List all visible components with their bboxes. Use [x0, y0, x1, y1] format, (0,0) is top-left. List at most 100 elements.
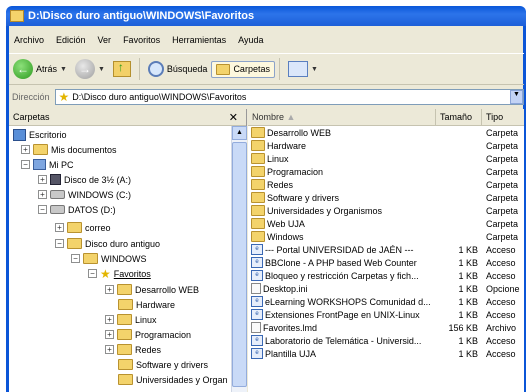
file-name: Universidades y Organismos — [267, 205, 383, 216]
expand-icon[interactable]: + — [105, 285, 114, 294]
tree-item-desarrollo-web[interactable]: + Desarrollo WEB — [105, 282, 199, 297]
expand-icon[interactable]: + — [21, 145, 30, 154]
tree-item-label: Favoritos — [113, 268, 151, 279]
tree-item-label: Programacion — [135, 329, 192, 340]
tree-item-escritorio[interactable]: Escritorio — [13, 127, 67, 142]
file-name: Desktop.ini — [263, 283, 308, 294]
list-item[interactable]: e eLearning WORKSHOPS Comunidad d... 1 KB A… — [248, 295, 524, 308]
menu-favoritos[interactable]: Favoritos — [117, 33, 166, 49]
list-item[interactable]: Redes Carpeta — [248, 178, 524, 191]
list-item[interactable]: e Plantilla UJA 1 KB Acceso — [248, 347, 524, 360]
collapse-icon[interactable]: − — [55, 239, 64, 248]
folder-icon — [117, 314, 132, 325]
file-type: Acceso — [486, 348, 516, 359]
list-item-name: Desarrollo WEB — [248, 127, 436, 138]
tree-item-datos-d[interactable]: − DATOS (D:) — [38, 202, 116, 217]
list-item[interactable]: e Laboratorio de Telemática - Universid..… — [248, 334, 524, 347]
list-item-name: e eLearning WORKSHOPS Comunidad d... — [248, 296, 436, 307]
file-type: Acceso — [486, 335, 516, 346]
menu-ayuda[interactable]: Ayuda — [232, 33, 269, 49]
collapse-icon[interactable]: − — [21, 160, 30, 169]
list-item[interactable]: e Bloqueo y restricción Carpetas y fich..… — [248, 269, 524, 282]
tree-item-mis-documentos[interactable]: + Mis documentos — [21, 142, 117, 157]
menu-bar: Archivo Edición Ver Favoritos Herramient… — [8, 33, 269, 49]
column-header-size[interactable]: Tamaño — [436, 109, 482, 125]
tree-item-mi-pc[interactable]: − Mi PC — [21, 157, 74, 172]
menu-ver[interactable]: Ver — [92, 33, 118, 49]
file-type: Carpeta — [486, 218, 519, 229]
expand-icon[interactable]: + — [105, 345, 114, 354]
tree-item-hardware[interactable]: Hardware — [118, 297, 175, 312]
views-button[interactable]: ▼ — [284, 59, 322, 79]
menu-archivo[interactable]: Archivo — [8, 33, 50, 49]
list-item[interactable]: Windows Carpeta — [248, 230, 524, 243]
collapse-icon[interactable]: − — [71, 254, 80, 263]
list-item[interactable]: Favorites.lmd 156 KB Archivo — [248, 321, 524, 334]
star-icon: ★ — [58, 90, 70, 104]
floppy-icon — [50, 174, 61, 185]
column-header-type[interactable]: Tipo — [482, 109, 524, 125]
expand-icon[interactable]: + — [55, 223, 64, 232]
tree-item-disco-3-5[interactable]: + Disco de 3½ (A:) — [38, 172, 131, 187]
collapse-icon[interactable]: − — [38, 205, 47, 214]
internet-shortcut-icon: e — [251, 270, 263, 281]
tree-item-programacion[interactable]: + Programacion — [105, 327, 191, 342]
list-item[interactable]: Hardware Carpeta — [248, 139, 524, 152]
column-label: Tamaño — [440, 112, 473, 122]
menu-edicion[interactable]: Edición — [50, 33, 92, 49]
list-item[interactable]: Linux Carpeta — [248, 152, 524, 165]
forward-button[interactable]: → ▼ — [71, 57, 109, 81]
address-input[interactable]: ★ D:\Disco duro antiguo\WINDOWS\Favorito… — [54, 89, 524, 105]
file-type: Acceso — [486, 309, 516, 320]
file-type: Archivo — [486, 322, 517, 333]
list-item[interactable]: Desarrollo WEB Carpeta — [248, 126, 524, 139]
tree-item-software-y-drivers[interactable]: Software y drivers — [118, 357, 208, 372]
tree-item-redes[interactable]: + Redes — [105, 342, 161, 357]
list-item[interactable]: e BBClone - A PHP based Web Counter 1 KB Ac… — [248, 256, 524, 269]
tree-item-windows[interactable]: − WINDOWS — [71, 251, 147, 266]
menu-herramientas[interactable]: Herramientas — [166, 33, 232, 49]
chevron-down-icon[interactable]: ▼ — [60, 66, 67, 73]
list-item[interactable]: e Extensiones FrontPage en UNIX-Linux 1 KB… — [248, 308, 524, 321]
list-item[interactable]: Web UJA Carpeta — [248, 217, 524, 230]
tree-item-universidades[interactable]: Universidades y Organ — [118, 372, 228, 387]
tree-item-windows-c[interactable]: + WINDOWS (C:) — [38, 187, 131, 202]
tree-item-correo[interactable]: + correo — [55, 220, 111, 235]
folder-icon — [216, 63, 231, 75]
collapse-icon[interactable]: − — [88, 269, 97, 278]
drive-icon — [50, 205, 65, 214]
list-item[interactable]: e --- Portal UNIVERSIDAD de JAÉN --- 1 KB A… — [248, 243, 524, 256]
file-type: Carpeta — [486, 231, 519, 242]
list-item[interactable]: Universidades y Organismos Carpeta — [248, 204, 524, 217]
expand-icon[interactable]: + — [105, 315, 114, 324]
tree-scrollbar[interactable]: ▲ — [231, 126, 247, 392]
scroll-thumb[interactable] — [232, 142, 247, 387]
back-button[interactable]: ← Atrás ▼ — [9, 57, 71, 81]
close-icon[interactable]: ✕ — [229, 111, 238, 124]
column-header-name[interactable]: Nombre ▲ — [248, 109, 436, 125]
tree-item-linux[interactable]: + Linux — [105, 312, 157, 327]
list-item[interactable]: Desktop.ini 1 KB Opcione — [248, 282, 524, 295]
expand-icon[interactable]: + — [38, 175, 47, 184]
list-item[interactable]: Software y drivers Carpeta — [248, 191, 524, 204]
folder-icon — [118, 359, 133, 370]
chevron-down-icon[interactable]: ▼ — [510, 90, 523, 104]
search-icon — [147, 61, 164, 77]
tree-item-favoritos[interactable]: − ★ Favoritos — [88, 266, 151, 281]
file-name: Desarrollo WEB — [267, 127, 332, 138]
expand-icon[interactable]: + — [38, 190, 47, 199]
list-item[interactable]: Programacion Carpeta — [248, 165, 524, 178]
list-item-name: e Extensiones FrontPage en UNIX-Linux — [248, 309, 436, 320]
chevron-down-icon[interactable]: ▼ — [98, 66, 105, 73]
tree-item-disco-duro-antiguo[interactable]: − Disco duro antiguo — [55, 236, 160, 251]
up-folder-button[interactable] — [109, 59, 135, 79]
folders-button[interactable]: Carpetas — [211, 60, 275, 78]
folder-icon — [118, 299, 133, 310]
search-button[interactable]: Búsqueda — [144, 59, 212, 79]
scroll-up-icon[interactable]: ▲ — [232, 126, 247, 140]
file-size: 1 KB — [458, 270, 478, 281]
internet-shortcut-icon: e — [251, 244, 263, 255]
internet-shortcut-icon: e — [251, 335, 263, 346]
folder-icon — [118, 374, 133, 385]
expand-icon[interactable]: + — [105, 330, 114, 339]
